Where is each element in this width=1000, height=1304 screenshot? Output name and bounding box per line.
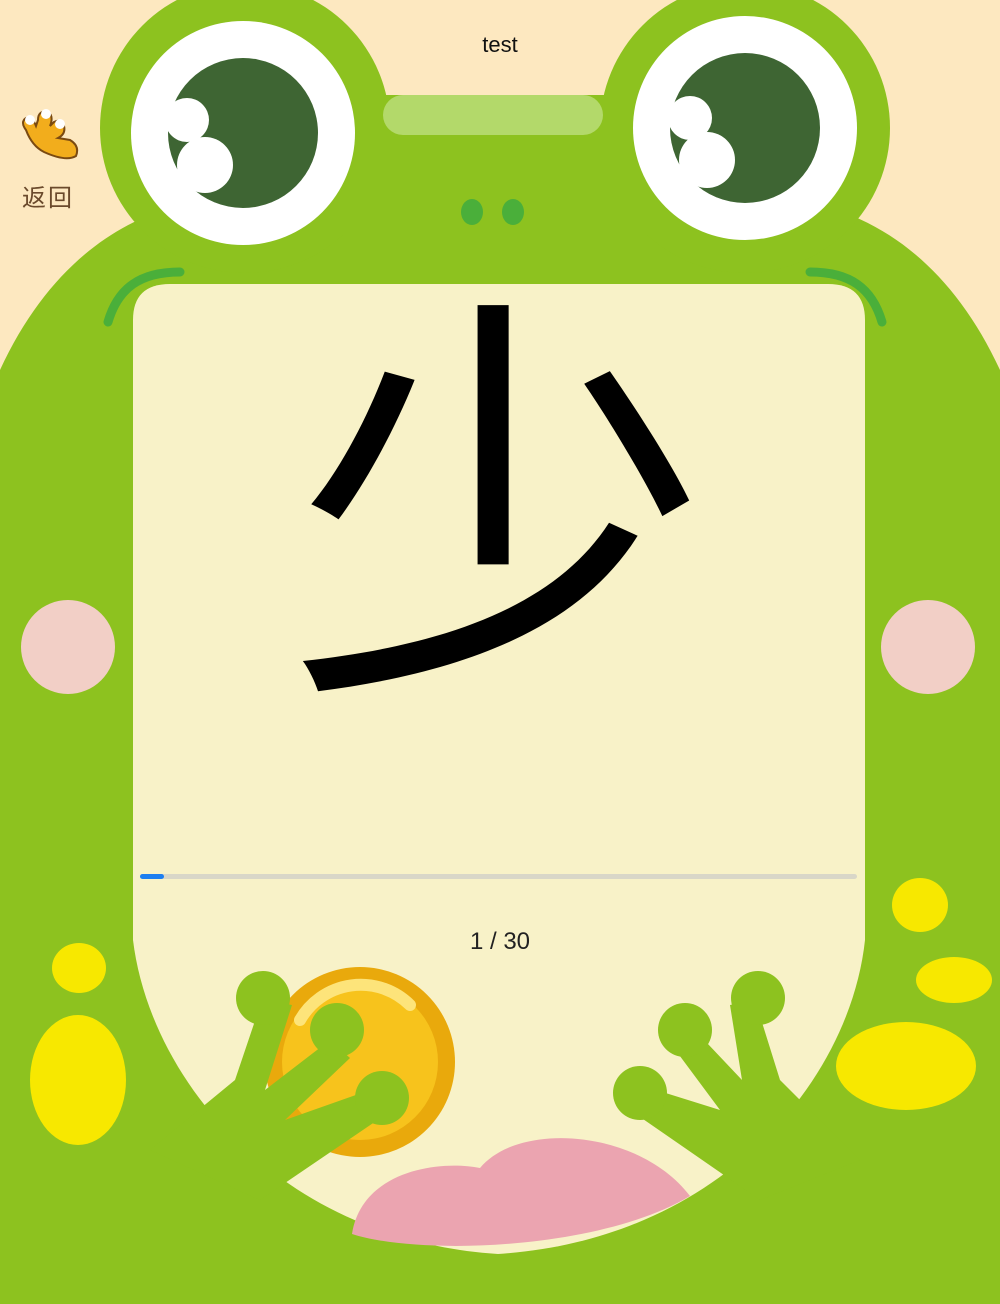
page-title: test (482, 32, 518, 57)
forehead-highlight (383, 95, 603, 135)
left-nostril (461, 199, 483, 225)
flashcard-screen: test 返回 少 1 / 30 (0, 0, 1000, 1304)
spot (836, 1022, 976, 1110)
progress-track (140, 874, 857, 879)
right-nostril (502, 199, 524, 225)
hanzi-character: 少 (289, 269, 709, 758)
counter-current: 1 (469, 928, 484, 955)
back-button[interactable]: 返回 (8, 100, 88, 216)
spot (30, 1015, 126, 1145)
left-cheek (21, 600, 115, 694)
spot (916, 957, 992, 1003)
right-cheek (881, 600, 975, 694)
back-label: 返回 (22, 184, 74, 212)
spot (892, 878, 948, 932)
frog-hand-icon (22, 109, 79, 160)
page-counter: 1 / 30 (0, 928, 1000, 956)
counter-separator: / (483, 928, 504, 955)
progress-fill (140, 874, 164, 879)
flashcard: 少 (133, 284, 865, 904)
counter-total: 30 (503, 928, 531, 955)
